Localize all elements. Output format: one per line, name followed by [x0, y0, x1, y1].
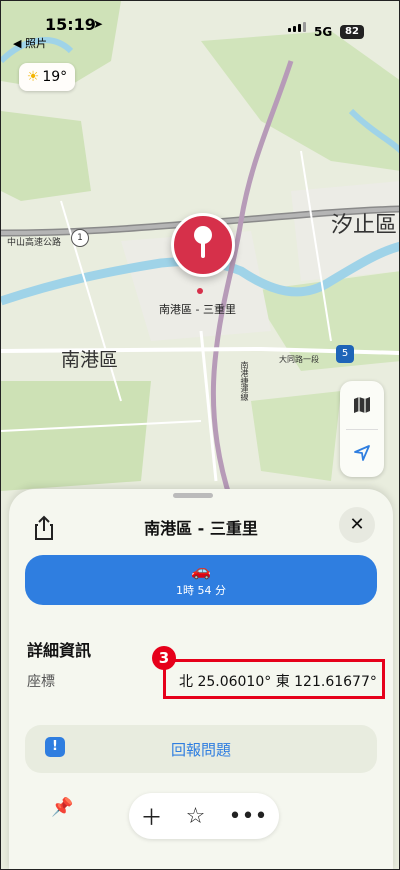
car-icon: 🚗 — [191, 561, 211, 580]
travel-duration: 1時 54 分 — [176, 584, 226, 597]
details-heading: 詳細資訊 — [27, 641, 92, 660]
temperature: 19° — [42, 69, 68, 85]
battery-icon: 82 — [340, 25, 364, 39]
location-arrow-icon[interactable] — [340, 429, 384, 477]
map-label-highway: 中山高速公路 — [7, 238, 62, 248]
star-icon[interactable]: ☆ — [186, 804, 206, 829]
place-sheet: 南港區 - 三重里 ✕ 🚗 1時 54 分 詳細資訊 座標 北 25.06010… — [9, 489, 393, 869]
report-issue-button[interactable]: ! 回報問題 — [25, 725, 377, 773]
sun-icon: ☀ — [26, 69, 40, 85]
pin-stem-icon — [201, 242, 205, 258]
map-label-nangang: 南港區 — [61, 349, 119, 371]
route-shield-5: 5 — [336, 345, 354, 363]
sheet-grabber[interactable] — [173, 493, 213, 498]
location-arrow-icon: ➤ — [93, 17, 104, 31]
map-icon[interactable] — [340, 381, 384, 429]
location-pin[interactable] — [171, 213, 235, 277]
map-controls — [340, 381, 384, 477]
status-time: 15:19 — [45, 15, 96, 34]
back-to-photos[interactable]: ◀ 照片 — [13, 35, 47, 51]
directions-button[interactable]: 🚗 1時 54 分 — [25, 555, 377, 605]
more-icon[interactable]: ••• — [228, 804, 267, 829]
map-label-datong: 大同路一段 — [279, 355, 319, 364]
route-shield-1: 1 — [71, 229, 89, 247]
sheet-title: 南港區 - 三重里 — [144, 519, 258, 538]
weather-widget[interactable]: ☀ 19° — [19, 63, 75, 91]
report-issue-label: 回報問題 — [170, 741, 231, 759]
annotation-highlight-box — [163, 659, 385, 699]
action-bar: ＋ ☆ ••• — [129, 793, 279, 839]
pin-dot — [197, 288, 203, 294]
close-icon[interactable]: ✕ — [339, 507, 375, 543]
coordinates-label: 座標 — [27, 674, 55, 690]
phone-frame: 汐止區 南港區 中山高速公路 1 5 大同路一段 南港捷運線 南港區 - 三重里… — [0, 0, 400, 870]
signal-icon — [288, 22, 306, 32]
map-label-rail: 南港捷運線 — [240, 361, 249, 401]
status-bar: 15:19 ➤ ◀ 照片 5G 82 — [1, 1, 399, 57]
map-label-xizhi: 汐止區 — [331, 213, 398, 238]
pushpin-icon[interactable]: 📌 — [51, 797, 73, 818]
pin-label: 南港區 - 三重里 — [159, 303, 236, 316]
annotation-badge: 3 — [152, 646, 176, 670]
network-type: 5G — [314, 25, 333, 39]
add-icon[interactable]: ＋ — [141, 800, 163, 832]
